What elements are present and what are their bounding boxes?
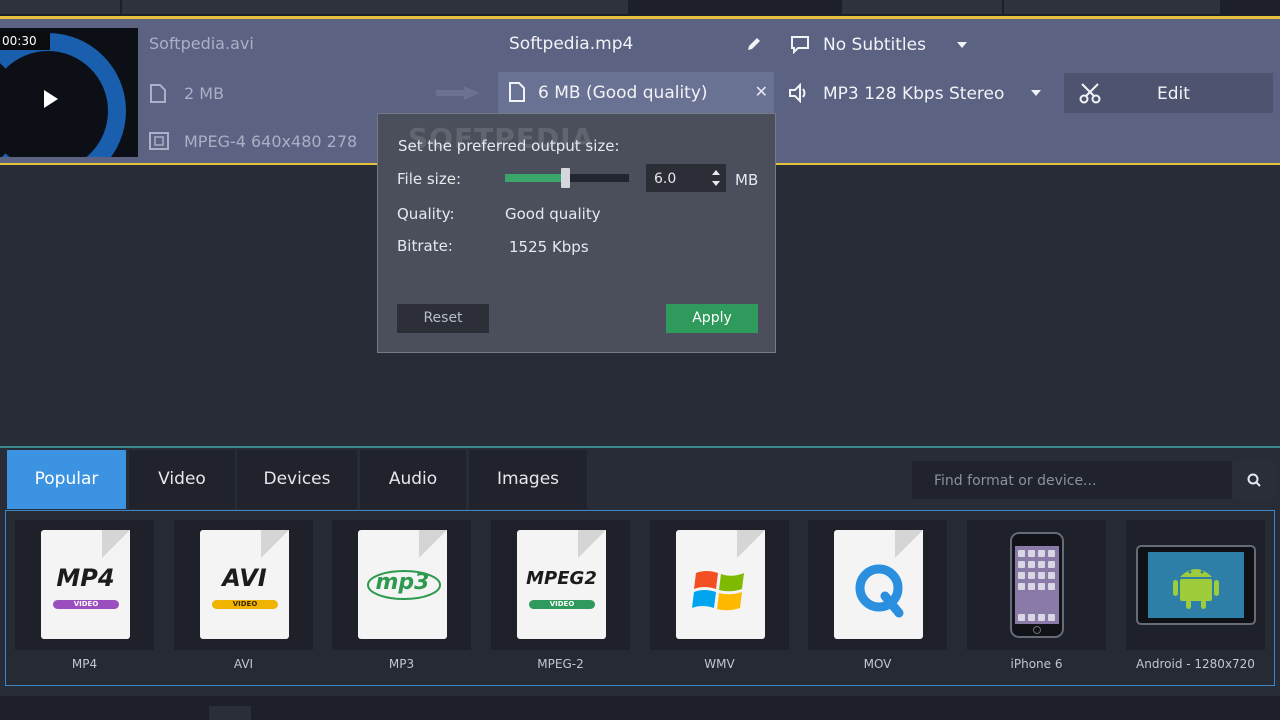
mp4-logo-text: MP4 bbox=[56, 564, 115, 592]
format-tile-avi[interactable]: AVI VIDEO bbox=[174, 520, 313, 650]
format-caption: AVI bbox=[233, 657, 254, 671]
output-file-name[interactable]: Softpedia.mp4 bbox=[509, 34, 633, 54]
mp3-icon: mp3 bbox=[358, 530, 447, 639]
quicktime-icon bbox=[855, 564, 904, 618]
format-grid: MP4 VIDEO MP4 AVI VIDEO AVI mp3 MP3 MPEG… bbox=[5, 510, 1275, 686]
film-icon bbox=[149, 132, 169, 150]
file-icon bbox=[150, 84, 166, 103]
increment-arrow-icon[interactable] bbox=[712, 170, 720, 175]
file-size-input[interactable] bbox=[652, 168, 706, 190]
top-strip-segment bbox=[842, 0, 1002, 14]
file-size-label: File size: bbox=[397, 170, 462, 188]
edit-button-label: Edit bbox=[1157, 84, 1190, 104]
format-caption: MP4 bbox=[71, 657, 98, 671]
file-size-slider-handle[interactable] bbox=[561, 168, 570, 188]
subtitles-dropdown[interactable]: No Subtitles bbox=[823, 35, 926, 55]
top-strip-segment bbox=[122, 0, 628, 14]
iphone-icon bbox=[1010, 532, 1064, 638]
duration-badge: 00:30 bbox=[0, 32, 50, 50]
document-icon bbox=[834, 530, 923, 639]
chevron-down-icon[interactable] bbox=[957, 42, 967, 48]
panel-divider bbox=[0, 446, 1280, 448]
document-icon bbox=[676, 530, 765, 639]
file-size-slider-fill bbox=[505, 174, 565, 182]
format-caption: MOV bbox=[863, 657, 892, 671]
avi-icon: AVI VIDEO bbox=[200, 530, 289, 639]
source-file-size: 2 MB bbox=[184, 84, 225, 103]
rename-pencil-icon[interactable] bbox=[746, 36, 762, 52]
scissors-icon bbox=[1079, 83, 1101, 104]
audio-dropdown[interactable]: MP3 128 Kbps Stereo bbox=[823, 84, 1004, 104]
edit-button[interactable]: Edit bbox=[1064, 73, 1273, 113]
tab-video[interactable]: Video bbox=[129, 450, 235, 509]
quality-value: Good quality bbox=[505, 205, 601, 223]
format-tile-iphone6[interactable] bbox=[967, 520, 1106, 650]
tab-popular[interactable]: Popular bbox=[7, 450, 126, 509]
file-icon bbox=[509, 82, 525, 102]
file-size-unit: MB bbox=[735, 171, 759, 189]
search-box[interactable] bbox=[912, 461, 1232, 499]
mpeg2-icon: MPEG2 VIDEO bbox=[517, 530, 606, 639]
output-size-popup: SOFTPEDIA Set the preferred output size:… bbox=[377, 113, 776, 353]
format-tile-mpeg2[interactable]: MPEG2 VIDEO bbox=[491, 520, 630, 650]
thumbnail-graphic bbox=[0, 33, 126, 157]
format-caption: MP3 bbox=[388, 657, 415, 671]
reset-button[interactable]: Reset bbox=[397, 304, 489, 333]
quality-label: Quality: bbox=[397, 205, 455, 223]
decrement-arrow-icon[interactable] bbox=[712, 181, 720, 186]
source-file-name: Softpedia.avi bbox=[149, 34, 254, 53]
video-band: VIDEO bbox=[529, 600, 595, 609]
tab-images[interactable]: Images bbox=[469, 450, 587, 509]
output-size-button[interactable]: 6 MB (Good quality) ✕ bbox=[498, 72, 774, 114]
format-caption: MPEG-2 bbox=[537, 657, 584, 671]
search-icon bbox=[1247, 473, 1261, 487]
top-strip-segment bbox=[0, 0, 120, 14]
popup-title: Set the preferred output size: bbox=[398, 137, 620, 155]
windows-logo-icon bbox=[692, 571, 744, 611]
avi-logo-text: AVI bbox=[222, 564, 267, 592]
bottom-bar-button[interactable] bbox=[209, 706, 251, 720]
apply-button[interactable]: Apply bbox=[666, 304, 758, 333]
subtitles-icon bbox=[791, 36, 809, 55]
output-size-label: 6 MB (Good quality) bbox=[538, 83, 708, 103]
format-tile-mp3[interactable]: mp3 bbox=[332, 520, 471, 650]
chevron-down-icon[interactable] bbox=[1031, 90, 1041, 96]
bottom-bar bbox=[0, 696, 1280, 720]
tab-audio[interactable]: Audio bbox=[360, 450, 466, 509]
mpeg2-logo-text: MPEG2 bbox=[526, 568, 597, 589]
mp4-icon: MP4 VIDEO bbox=[41, 530, 130, 639]
format-tile-mp4[interactable]: MP4 VIDEO bbox=[15, 520, 154, 650]
search-button[interactable] bbox=[1233, 461, 1275, 499]
file-size-stepper[interactable] bbox=[646, 164, 726, 192]
search-input[interactable] bbox=[932, 470, 1226, 492]
format-tile-wmv[interactable] bbox=[650, 520, 789, 650]
format-caption: Android - 1280x720 bbox=[1136, 657, 1255, 671]
format-caption: iPhone 6 bbox=[1010, 657, 1063, 671]
format-tile-android[interactable] bbox=[1126, 520, 1265, 650]
source-format: MPEG-4 640x480 278 bbox=[184, 132, 358, 151]
mp3-swoosh bbox=[367, 570, 441, 600]
top-strip bbox=[0, 0, 1280, 16]
tab-devices[interactable]: Devices bbox=[237, 450, 357, 509]
top-strip-segment bbox=[1004, 0, 1220, 14]
close-icon[interactable]: ✕ bbox=[755, 82, 768, 101]
play-icon[interactable] bbox=[44, 90, 58, 108]
video-band: VIDEO bbox=[212, 600, 278, 609]
bitrate-label: Bitrate: bbox=[397, 237, 453, 255]
format-tile-mov[interactable] bbox=[808, 520, 947, 650]
bitrate-value: 1525 Kbps bbox=[509, 238, 589, 256]
convert-arrow-icon bbox=[436, 86, 480, 100]
android-tablet-icon bbox=[1136, 545, 1256, 625]
format-caption: WMV bbox=[704, 657, 735, 671]
video-band: VIDEO bbox=[53, 600, 119, 609]
speaker-icon bbox=[789, 83, 806, 103]
